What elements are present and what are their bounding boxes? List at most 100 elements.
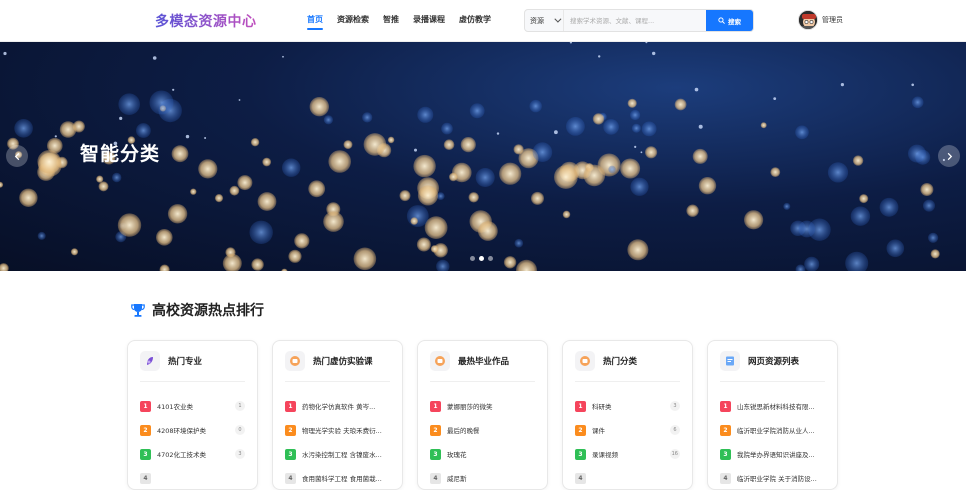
star-light <box>773 97 777 100</box>
rank-badge: 4 <box>575 472 586 484</box>
star-light <box>840 83 845 87</box>
card-hot-graduation-works: 最热毕业作品 1 蒙娜丽莎的微笑 2 最后的晚餐 3 玫瑰花 4 威尼斯 <box>417 340 548 490</box>
bokeh-light <box>96 175 104 183</box>
bokeh-light <box>167 204 188 224</box>
bokeh-light <box>171 145 189 163</box>
search-button[interactable]: 搜索 <box>706 10 753 31</box>
nav-home[interactable]: 首页 <box>300 0 330 42</box>
rank-badge: 1 <box>430 400 441 412</box>
bokeh-light <box>198 159 218 179</box>
list-item[interactable]: 3 4702化工技术类 3 <box>140 442 245 466</box>
list-item[interactable]: 2 临沂职业学院消防从业人... <box>720 418 825 442</box>
bokeh-light <box>250 138 260 147</box>
user-avatar[interactable] <box>798 10 818 30</box>
nav-recorded-courses[interactable]: 录播课程 <box>406 0 452 42</box>
bokeh-light <box>136 123 151 138</box>
web-resource-icon <box>720 351 740 371</box>
bokeh-light <box>416 237 431 252</box>
list-item[interactable]: 1 山东锐思新材料科技有限... <box>720 394 825 418</box>
rank-badge: 3 <box>430 448 441 460</box>
rank-badge: 2 <box>720 424 731 436</box>
list-item[interactable]: 1 4101农业类 1 <box>140 394 245 418</box>
nav-resource-search[interactable]: 资源检索 <box>330 0 376 42</box>
card-header: 网页资源列表 <box>720 351 825 382</box>
category-icon <box>575 351 595 371</box>
list-item[interactable]: 2 物理光学实验 夫琅禾费衍... <box>285 418 390 442</box>
list-item[interactable]: 2 4208环境保护类 0 <box>140 418 245 442</box>
bokeh-light <box>603 119 619 135</box>
list-item[interactable]: 1 药物化学仿真软件 黄岑... <box>285 394 390 418</box>
bokeh-light <box>608 165 616 174</box>
bokeh-light <box>529 99 542 113</box>
bokeh-light <box>417 185 439 206</box>
search-type-select[interactable]: 资源 <box>525 10 564 31</box>
bokeh-light <box>47 137 63 154</box>
list-item[interactable]: 4 威尼斯 <box>430 466 535 490</box>
bokeh-light <box>798 220 816 238</box>
banner-prev-button[interactable] <box>6 145 28 167</box>
list-item[interactable]: 3 我院举办界语知识讲座及... <box>720 442 825 466</box>
bokeh-light <box>532 142 553 162</box>
bokeh-light <box>469 103 485 119</box>
list-item[interactable]: 4 <box>140 466 245 490</box>
star-light <box>119 116 123 120</box>
section-title: 高校资源热点排行 <box>152 303 264 319</box>
star-light <box>172 88 175 91</box>
bokeh-light <box>363 133 387 156</box>
nav-smart-recommend[interactable]: 智推 <box>376 0 406 42</box>
bokeh-light <box>923 199 935 212</box>
card-hot-majors: 热门专业 1 4101农业类 1 2 4208环境保护类 0 3 4702化工技术类 3 4 <box>127 340 258 490</box>
bokeh-light <box>237 175 253 191</box>
list-item[interactable]: 1 科研类 3 <box>575 394 680 418</box>
bokeh-light <box>222 253 242 271</box>
list-item[interactable]: 4 临沂职业学院 关于消防设... <box>720 466 825 490</box>
bokeh-light <box>783 202 791 210</box>
rank-badge: 3 <box>720 448 731 460</box>
bokeh-light <box>928 232 939 243</box>
list-item[interactable]: 4 <box>575 466 680 490</box>
list-item[interactable]: 3 录课视频 16 <box>575 442 680 466</box>
chevron-down-icon <box>554 15 562 23</box>
banner-title: 智能分类 <box>80 143 161 165</box>
list-item[interactable]: 3 玫瑰花 <box>430 442 535 466</box>
bokeh-light <box>362 112 373 123</box>
list-item[interactable]: 4 食用菌科学工程 食用菌栽... <box>285 466 390 490</box>
list-item[interactable]: 2 最后的晚餐 <box>430 418 535 442</box>
banner-dot-1[interactable] <box>470 256 475 261</box>
item-text: 水污染控制工程 含镍废水... <box>302 451 382 459</box>
star-light <box>185 134 190 139</box>
search-input[interactable] <box>564 10 706 31</box>
banner-dot-3[interactable] <box>488 256 493 261</box>
bokeh-light <box>468 192 479 203</box>
banner-pagination <box>470 256 493 261</box>
card-header: 热门虚仿实验课 <box>285 351 390 382</box>
bokeh-light <box>343 140 353 150</box>
star-light <box>598 55 601 58</box>
user-menu[interactable]: 管理员 <box>798 10 843 30</box>
experiment-icon <box>285 351 305 371</box>
bokeh-light <box>229 185 240 196</box>
rank-badge: 1 <box>285 400 296 412</box>
item-text: 食用菌科学工程 食用菌栽... <box>302 475 382 483</box>
bokeh-light <box>686 204 699 217</box>
list-item[interactable]: 2 课件 6 <box>575 418 680 442</box>
item-text: 药物化学仿真软件 黄岑... <box>302 403 376 411</box>
list-item[interactable]: 3 水污染控制工程 含镍废水... <box>285 442 390 466</box>
banner-dot-2[interactable] <box>479 256 484 261</box>
bokeh-light <box>406 205 429 227</box>
nav-virtual-teaching[interactable]: 虚仿教学 <box>452 0 498 42</box>
bokeh-light <box>399 190 411 202</box>
bokeh-light <box>760 122 767 129</box>
bokeh-light <box>475 168 495 187</box>
bokeh-light <box>262 157 272 167</box>
section-header: 高校资源热点排行 <box>130 300 264 320</box>
bokeh-light <box>531 191 544 205</box>
trophy-icon <box>131 304 145 317</box>
bokeh-light <box>566 117 585 136</box>
list-item[interactable]: 1 蒙娜丽莎的微笑 <box>430 394 535 418</box>
star-light <box>238 99 241 101</box>
bokeh-light <box>513 144 524 155</box>
site-logo[interactable]: 多模态资源中心 <box>155 11 257 31</box>
banner-next-button[interactable] <box>938 145 960 167</box>
item-text: 最后的晚餐 <box>447 427 480 435</box>
